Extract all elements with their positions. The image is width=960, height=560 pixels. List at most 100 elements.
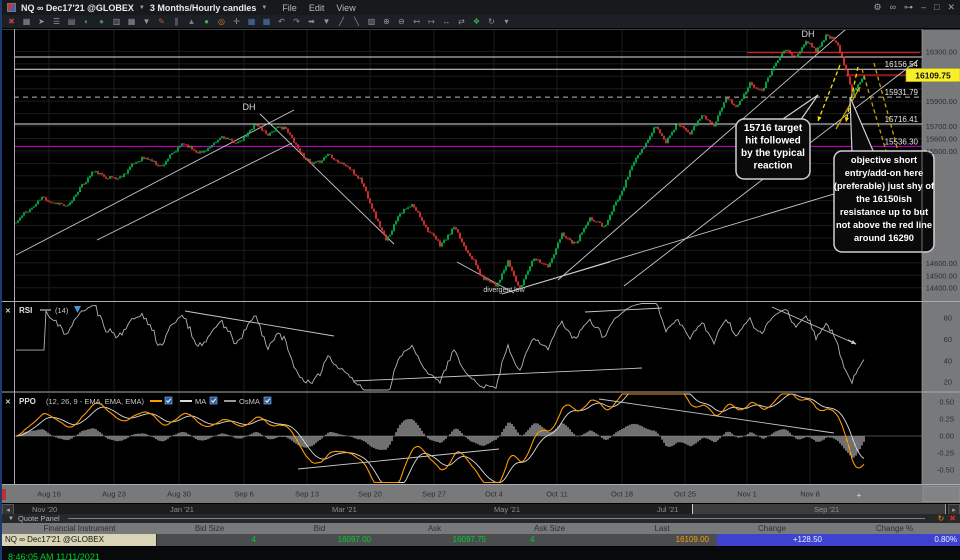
- svg-text:RSI: RSI: [19, 306, 32, 315]
- pin-icon[interactable]: ⊶: [904, 0, 913, 15]
- svg-text:(12, 26, 9 - EMA, EMA, EMA): (12, 26, 9 - EMA, EMA, EMA): [46, 397, 144, 406]
- nav-label: Sep '21: [814, 505, 840, 514]
- minimize-icon[interactable]: –: [921, 0, 926, 15]
- step-right-icon[interactable]: ↦: [424, 15, 439, 29]
- date-axis-label: Sep 13: [295, 490, 319, 499]
- quote-table-header: Financial Instrument Bid Size Bid Ask As…: [2, 523, 960, 534]
- volume-bars-icon[interactable]: ∥: [169, 15, 184, 29]
- settings-gear-icon[interactable]: ⚙: [874, 0, 882, 15]
- quote-table-row[interactable]: NQ ∞ Dec17'21 @GLOBEX 4 16097.00 16097.7…: [2, 534, 960, 546]
- price-axis-label: 15500.00: [926, 147, 957, 156]
- legend-checkbox[interactable]: [263, 396, 272, 405]
- svg-text:by the typical: by the typical: [741, 148, 805, 159]
- col-change[interactable]: Change: [717, 523, 827, 534]
- app-window: NQ ∞ Dec17'21 @GLOBEX ▼ 3 Months/Hourly …: [0, 0, 960, 560]
- box-blue-2-icon[interactable]: ▦: [259, 15, 274, 29]
- layout-grid-icon[interactable]: ▦: [124, 15, 139, 29]
- date-axis-label: Nov 8: [800, 490, 820, 499]
- symbol-grid-icon[interactable]: ▦: [19, 15, 34, 29]
- col-last[interactable]: Last: [607, 523, 717, 534]
- swap-icon[interactable]: ⇄: [454, 15, 469, 29]
- col-financial-instrument[interactable]: Financial Instrument: [2, 523, 157, 534]
- menu-bar: File Edit View: [282, 3, 355, 13]
- rsi-axis-label: 20: [944, 378, 952, 387]
- close-icon[interactable]: ✕: [947, 0, 955, 15]
- menu-list-icon[interactable]: ☰: [49, 15, 64, 29]
- scroll-end-marker: +: [857, 491, 862, 500]
- triangle-icon[interactable]: ▲: [184, 15, 199, 29]
- svg-text:MA: MA: [195, 397, 206, 406]
- caret-end-icon[interactable]: ▾: [499, 15, 514, 29]
- col-ask-size[interactable]: Ask Size: [492, 523, 607, 534]
- refresh-icon[interactable]: ↻: [484, 15, 499, 29]
- date-axis-label: Aug 30: [167, 490, 191, 499]
- zoom-out-icon[interactable]: ⊖: [394, 15, 409, 29]
- diamond-green-icon[interactable]: ❖: [469, 15, 484, 29]
- chart-annotation: divergent low: [483, 287, 525, 294]
- dot-green-2-icon[interactable]: ●: [199, 15, 214, 29]
- period-dropdown-icon[interactable]: ▼: [261, 5, 267, 11]
- hatch-icon[interactable]: ▨: [364, 15, 379, 29]
- date-axis-label: Oct 4: [485, 490, 503, 499]
- svg-text:16109.75: 16109.75: [915, 70, 951, 80]
- annotate-pencil-icon[interactable]: ✎: [154, 15, 169, 29]
- trend-line-icon[interactable]: ╲: [349, 15, 364, 29]
- step-left-icon[interactable]: ↤: [409, 15, 424, 29]
- green-dot-icon[interactable]: ●: [94, 15, 109, 29]
- nav-label: May '21: [494, 505, 521, 514]
- quote-panel-icons: ↻ ✖: [933, 514, 956, 523]
- svg-text:objective short: objective short: [851, 155, 917, 165]
- box-blue-1-icon[interactable]: ▦: [244, 15, 259, 29]
- col-change-pct[interactable]: Change %: [827, 523, 960, 534]
- menu-view[interactable]: View: [336, 3, 355, 13]
- pan-icon[interactable]: ↔: [439, 15, 454, 29]
- nav-scrollbar[interactable]: ◂ ▸ Nov '20 Jan '21 Mar '21 May '21 Jul '21 S…: [2, 503, 960, 514]
- symbol-dropdown-icon[interactable]: ▼: [139, 5, 145, 11]
- redo-icon[interactable]: ↷: [289, 15, 304, 29]
- pointer-icon[interactable]: ➤: [34, 15, 49, 29]
- nav-label: Jan '21: [170, 505, 194, 514]
- nav-label: Nov '20: [32, 505, 58, 514]
- crosshair-icon[interactable]: ✛: [229, 15, 244, 29]
- cell-change-pct: 0.80%: [827, 534, 960, 546]
- restore-icon[interactable]: □: [934, 0, 939, 15]
- menu-file[interactable]: File: [282, 3, 297, 13]
- cell-ask-size: 4: [530, 535, 535, 544]
- legend-checkbox[interactable]: [209, 396, 218, 405]
- period-title[interactable]: 3 Months/Hourly candles: [150, 3, 257, 13]
- price-axis-label: 15600.00: [926, 134, 957, 143]
- dropdown-2-icon[interactable]: ▼: [319, 15, 334, 29]
- close-red-icon[interactable]: ✖: [4, 15, 19, 29]
- qp-refresh-icon[interactable]: ↻: [938, 514, 945, 523]
- svg-text:15716 target: 15716 target: [744, 123, 803, 134]
- quote-panel-collapse-icon[interactable]: ▼: [8, 516, 14, 522]
- layout-rows-icon[interactable]: ▥: [109, 15, 124, 29]
- col-ask[interactable]: Ask: [377, 523, 492, 534]
- link-icon[interactable]: ∞: [890, 0, 896, 15]
- angle-line-icon[interactable]: ╱: [334, 15, 349, 29]
- nav-right-arrow[interactable]: ▸: [948, 504, 960, 514]
- col-bid[interactable]: Bid: [262, 523, 377, 534]
- svg-text:not above the red line: not above the red line: [836, 220, 932, 230]
- date-axis-label: Nov 1: [737, 490, 757, 499]
- nav-left-arrow[interactable]: ◂: [2, 504, 14, 514]
- price-axis-label: 16300.00: [926, 47, 957, 56]
- title-bar: NQ ∞ Dec17'21 @GLOBEX ▼ 3 Months/Hourly …: [2, 0, 960, 15]
- qp-close-icon[interactable]: ✖: [949, 514, 956, 523]
- symbol-title[interactable]: NQ ∞ Dec17'21 @GLOBEX: [21, 3, 134, 13]
- pie-icon[interactable]: ◐: [79, 15, 94, 29]
- price-level-label: 15536.30: [885, 137, 919, 146]
- menu-edit[interactable]: Edit: [309, 3, 325, 13]
- forward-icon[interactable]: ➡: [304, 15, 319, 29]
- col-bid-size[interactable]: Bid Size: [157, 523, 262, 534]
- price-axis-label: 14500.00: [926, 271, 957, 280]
- undo-icon[interactable]: ↶: [274, 15, 289, 29]
- dropdown-1-icon[interactable]: ▼: [139, 15, 154, 29]
- target-icon[interactable]: ◎: [214, 15, 229, 29]
- chart-canvas[interactable]: 16156.5415931.7915716.4115536.3015716 ta…: [2, 29, 960, 503]
- legend-checkbox[interactable]: [164, 396, 173, 405]
- cell-instrument[interactable]: NQ ∞ Dec17'21 @GLOBEX: [2, 534, 157, 546]
- status-bar: 8:46:05 AM 11/11/2021: [2, 546, 960, 560]
- folder-icon[interactable]: ▤: [64, 15, 79, 29]
- zoom-in-icon[interactable]: ⊕: [379, 15, 394, 29]
